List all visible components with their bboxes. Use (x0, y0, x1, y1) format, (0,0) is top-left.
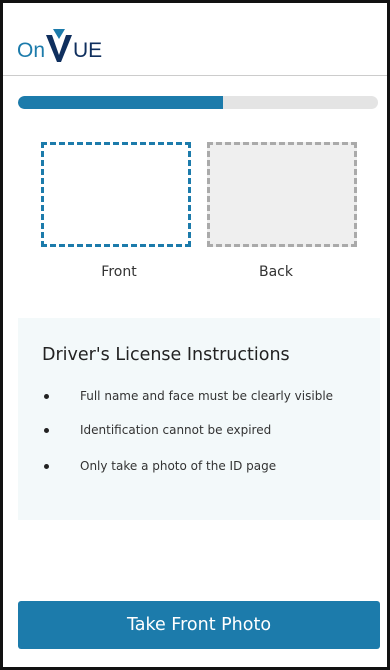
app-header: On UE (3, 3, 387, 76)
instruction-item: Identification cannot be expired (18, 422, 380, 439)
instruction-text: Identification cannot be expired (80, 423, 272, 437)
instructions-title: Driver's License Instructions (42, 345, 290, 365)
logo-prefix: On (17, 39, 46, 62)
instruction-item: Only take a photo of the ID page (18, 458, 380, 475)
instructions-list: Full name and face must be clearly visib… (18, 388, 380, 475)
bullet-icon (44, 394, 49, 399)
bullet-icon (44, 464, 49, 469)
instruction-item: Full name and face must be clearly visib… (18, 388, 380, 405)
instructions-panel: Driver's License Instructions Full name … (18, 318, 380, 520)
progress-bar (18, 96, 378, 109)
take-front-photo-button[interactable]: Take Front Photo (18, 601, 380, 649)
instruction-text: Only take a photo of the ID page (80, 459, 277, 473)
bullet-icon (44, 428, 49, 433)
id-front-placeholder[interactable] (41, 142, 191, 247)
progress-fill (18, 96, 224, 109)
back-label: Back (259, 264, 293, 280)
onvue-logo: On UE (17, 27, 102, 63)
logo-suffix: UE (73, 39, 103, 62)
logo-v-mark-icon (46, 29, 73, 62)
instruction-text: Full name and face must be clearly visib… (80, 389, 334, 403)
front-label: Front (101, 264, 137, 280)
app-frame: On UE Front Back Driver's License Instru… (0, 0, 390, 670)
id-back-placeholder[interactable] (207, 142, 357, 247)
